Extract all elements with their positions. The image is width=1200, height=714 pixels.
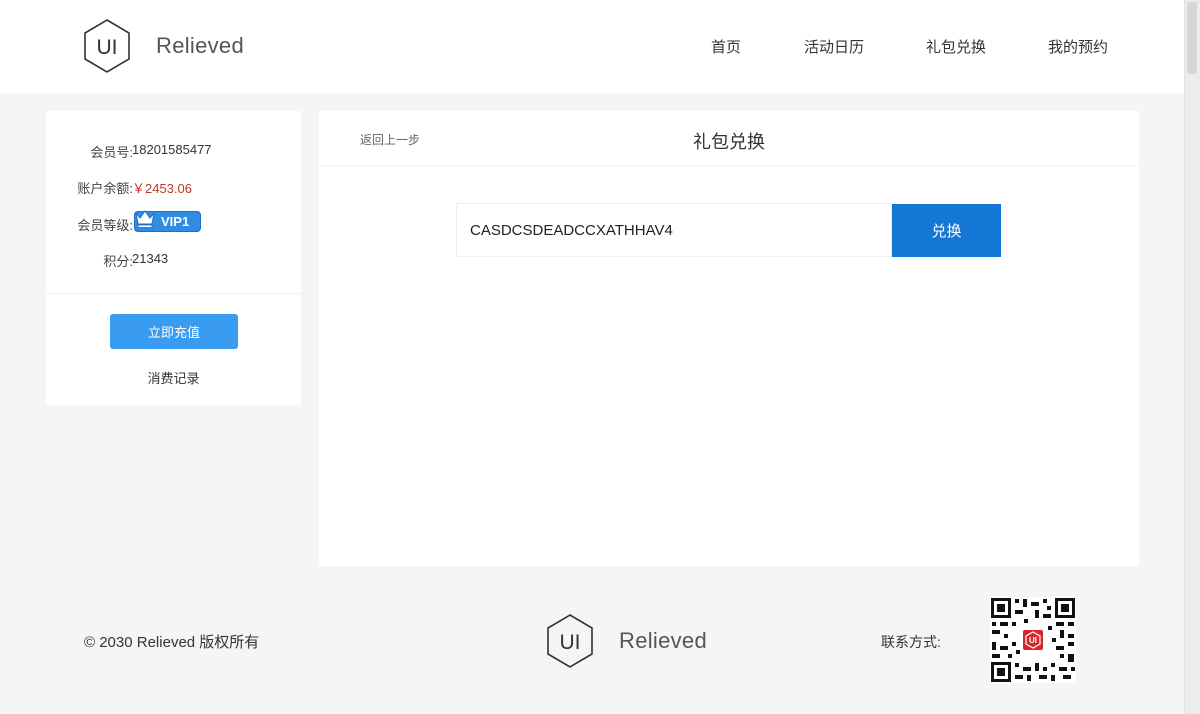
member-id-row: 会员号: 18201585477 — [46, 142, 301, 162]
site-header: UI Relieved 首页 活动日历 礼包兑换 我的预约 — [0, 0, 1184, 93]
footer-brand-name: Relieved — [619, 628, 708, 653]
qr-center-mark: UI — [1029, 636, 1037, 645]
gift-redeem-panel: 礼包兑换 返回上一步 兑换 — [319, 111, 1139, 566]
brand-logo[interactable]: UI Relieved — [82, 18, 244, 74]
vip-badge: VIP1 — [134, 210, 201, 232]
nav-item-home[interactable]: 首页 — [711, 36, 741, 57]
nav-item-activity-calendar[interactable]: 活动日历 — [804, 36, 864, 57]
balance-label: 账户余额: — [77, 181, 133, 196]
qr-code-icon: UI — [990, 597, 1076, 683]
redeem-code-input[interactable] — [456, 203, 892, 257]
contact-label: 联系方式: — [881, 634, 941, 650]
balance-value: ￥2453.06 — [132, 181, 192, 196]
consumption-records-link[interactable]: 消费记录 — [46, 368, 301, 387]
logo-mark-text: UI — [560, 631, 581, 654]
page-scrollbar[interactable] — [1184, 0, 1200, 714]
account-sidebar: 会员号: 18201585477 账户余额: ￥2453.06 会员等级: VI… — [46, 111, 301, 405]
brand-name: Relieved — [156, 33, 245, 58]
member-id-value: 18201585477 — [132, 142, 212, 157]
nav-item-gift-redeem[interactable]: 礼包兑换 — [926, 36, 986, 57]
page-title: 礼包兑换 — [693, 132, 765, 152]
nav-item-my-reservations[interactable]: 我的预约 — [1048, 36, 1108, 57]
back-link[interactable]: 返回上一步 — [360, 131, 420, 148]
crown-icon — [135, 210, 155, 228]
logo-mark-text: UI — [97, 36, 118, 59]
recharge-button[interactable]: 立即充值 — [110, 314, 238, 349]
copyright-text: © 2030 Relieved 版权所有 — [84, 634, 260, 651]
hexagon-ui-logo-icon: UI — [547, 614, 593, 668]
points-value: 21343 — [132, 251, 169, 266]
member-id-label: 会员号: — [90, 145, 133, 160]
footer-logo: UI Relieved — [545, 613, 707, 669]
points-label: 积分: — [103, 254, 133, 269]
balance-row: 账户余额: ￥2453.06 — [46, 178, 301, 198]
panel-header: 礼包兑换 返回上一步 — [319, 111, 1139, 166]
redeem-button[interactable]: 兑换 — [892, 204, 1001, 257]
level-label: 会员等级: — [77, 218, 133, 233]
level-row: 会员等级: VIP1 — [46, 210, 301, 235]
hexagon-ui-logo-icon: UI — [84, 19, 130, 73]
sidebar-divider — [46, 293, 301, 294]
site-footer: © 2030 Relieved 版权所有 UI Relieved 联系方式: U… — [0, 566, 1184, 714]
scrollbar-thumb[interactable] — [1187, 2, 1197, 74]
vip-level-text: VIP1 — [161, 214, 190, 229]
points-row: 积分: 21343 — [46, 251, 301, 271]
